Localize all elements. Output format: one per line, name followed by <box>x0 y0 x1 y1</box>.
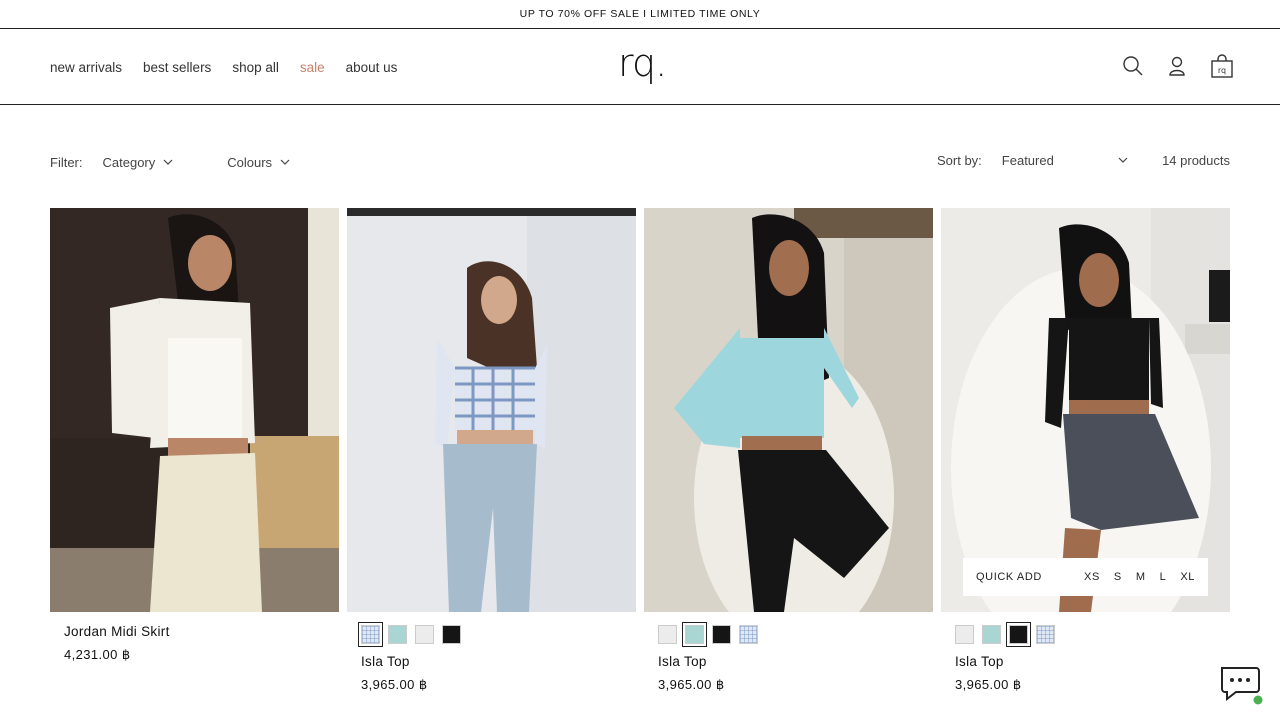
nav-new-arrivals[interactable]: new arrivals <box>50 60 122 75</box>
swatch-white[interactable] <box>415 625 434 644</box>
sort-label: Sort by: <box>937 152 982 168</box>
product-image[interactable] <box>644 208 933 612</box>
product-price: 3,965.00 ฿ <box>658 677 725 692</box>
brand-logo[interactable]: rq. <box>618 41 667 85</box>
filter-category-dropdown[interactable]: Category <box>103 155 174 170</box>
swatch-black[interactable] <box>442 625 461 644</box>
quick-add-bar: QUICK ADD XS S M L XL <box>963 558 1208 596</box>
color-swatches <box>358 622 461 647</box>
product-card[interactable]: Isla Top 3,965.00 ฿ <box>347 208 636 692</box>
swatch-gingham[interactable] <box>1036 625 1055 644</box>
product-image[interactable] <box>50 208 339 612</box>
filter-category-label: Category <box>102 154 156 170</box>
swatch-white[interactable] <box>658 625 677 644</box>
size-option[interactable]: S <box>1114 571 1122 583</box>
chevron-down-icon <box>280 159 290 165</box>
main-nav: new arrivals best sellers shop all sale … <box>50 29 397 105</box>
product-price: 4,231.00 ฿ <box>64 647 131 662</box>
filter-colours-label: Colours <box>227 154 273 170</box>
announcement-text: UP TO 70% OFF SALE I LIMITED TIME ONLY <box>519 8 761 20</box>
swatch-black[interactable] <box>1006 622 1031 647</box>
nav-best-sellers[interactable]: best sellers <box>143 60 211 75</box>
swatch-aqua[interactable] <box>682 622 707 647</box>
product-image[interactable]: QUICK ADD XS S M L XL <box>941 208 1230 612</box>
size-option[interactable]: XS <box>1084 571 1100 583</box>
sort-value: Featured <box>1001 152 1054 168</box>
sort-control: Sort by: Featured <box>937 150 1128 170</box>
product-title[interactable]: Isla Top <box>361 654 410 669</box>
product-title[interactable]: Jordan Midi Skirt <box>64 624 170 639</box>
product-count: 14 products <box>1162 152 1230 168</box>
color-swatches <box>955 622 1055 647</box>
color-swatches <box>658 622 758 647</box>
swatch-aqua[interactable] <box>982 625 1001 644</box>
announcement-bar: UP TO 70% OFF SALE I LIMITED TIME ONLY <box>0 0 1280 29</box>
nav-sale[interactable]: sale <box>300 60 325 75</box>
product-card[interactable]: Isla Top 3,965.00 ฿ <box>644 208 933 692</box>
chevron-down-icon <box>1118 157 1128 163</box>
chevron-down-icon <box>163 159 173 165</box>
account-icon[interactable] <box>1166 54 1188 78</box>
size-option[interactable]: L <box>1160 571 1167 583</box>
swatch-gingham[interactable] <box>739 625 758 644</box>
header-actions: rq <box>1122 54 1233 78</box>
filter-bar: Filter: Category Colours Sort by: Featur… <box>50 150 1230 174</box>
filter-group: Filter: Category Colours <box>50 150 290 174</box>
product-card[interactable]: Jordan Midi Skirt 4,231.00 ฿ <box>50 208 339 662</box>
chat-icon <box>1221 667 1263 705</box>
product-image[interactable] <box>347 208 636 612</box>
product-card[interactable]: QUICK ADD XS S M L XL Isla Top 3,965.00 … <box>941 208 1230 692</box>
product-price: 3,965.00 ฿ <box>361 677 428 692</box>
size-option[interactable]: M <box>1136 571 1146 583</box>
svg-text:rq: rq <box>1218 66 1226 75</box>
filter-label: Filter: <box>50 154 83 170</box>
swatch-black[interactable] <box>712 625 731 644</box>
swatch-aqua[interactable] <box>388 625 407 644</box>
nav-shop-all[interactable]: shop all <box>232 60 279 75</box>
product-title[interactable]: Isla Top <box>658 654 707 669</box>
filter-colours-dropdown[interactable]: Colours <box>227 155 290 170</box>
size-option[interactable]: XL <box>1180 571 1195 583</box>
nav-about-us[interactable]: about us <box>346 60 398 75</box>
site-header: new arrivals best sellers shop all sale … <box>0 29 1280 105</box>
swatch-white[interactable] <box>955 625 974 644</box>
product-price: 3,965.00 ฿ <box>955 677 1022 692</box>
cart-icon[interactable]: rq <box>1210 54 1233 78</box>
sort-select[interactable]: Featured <box>1002 153 1128 168</box>
chat-button[interactable] <box>1218 662 1264 708</box>
swatch-gingham[interactable] <box>358 622 383 647</box>
search-icon[interactable] <box>1122 54 1144 78</box>
quick-add-sizes: XS S M L XL <box>1084 571 1195 583</box>
quick-add-label: QUICK ADD <box>976 571 1042 583</box>
product-title[interactable]: Isla Top <box>955 654 1004 669</box>
